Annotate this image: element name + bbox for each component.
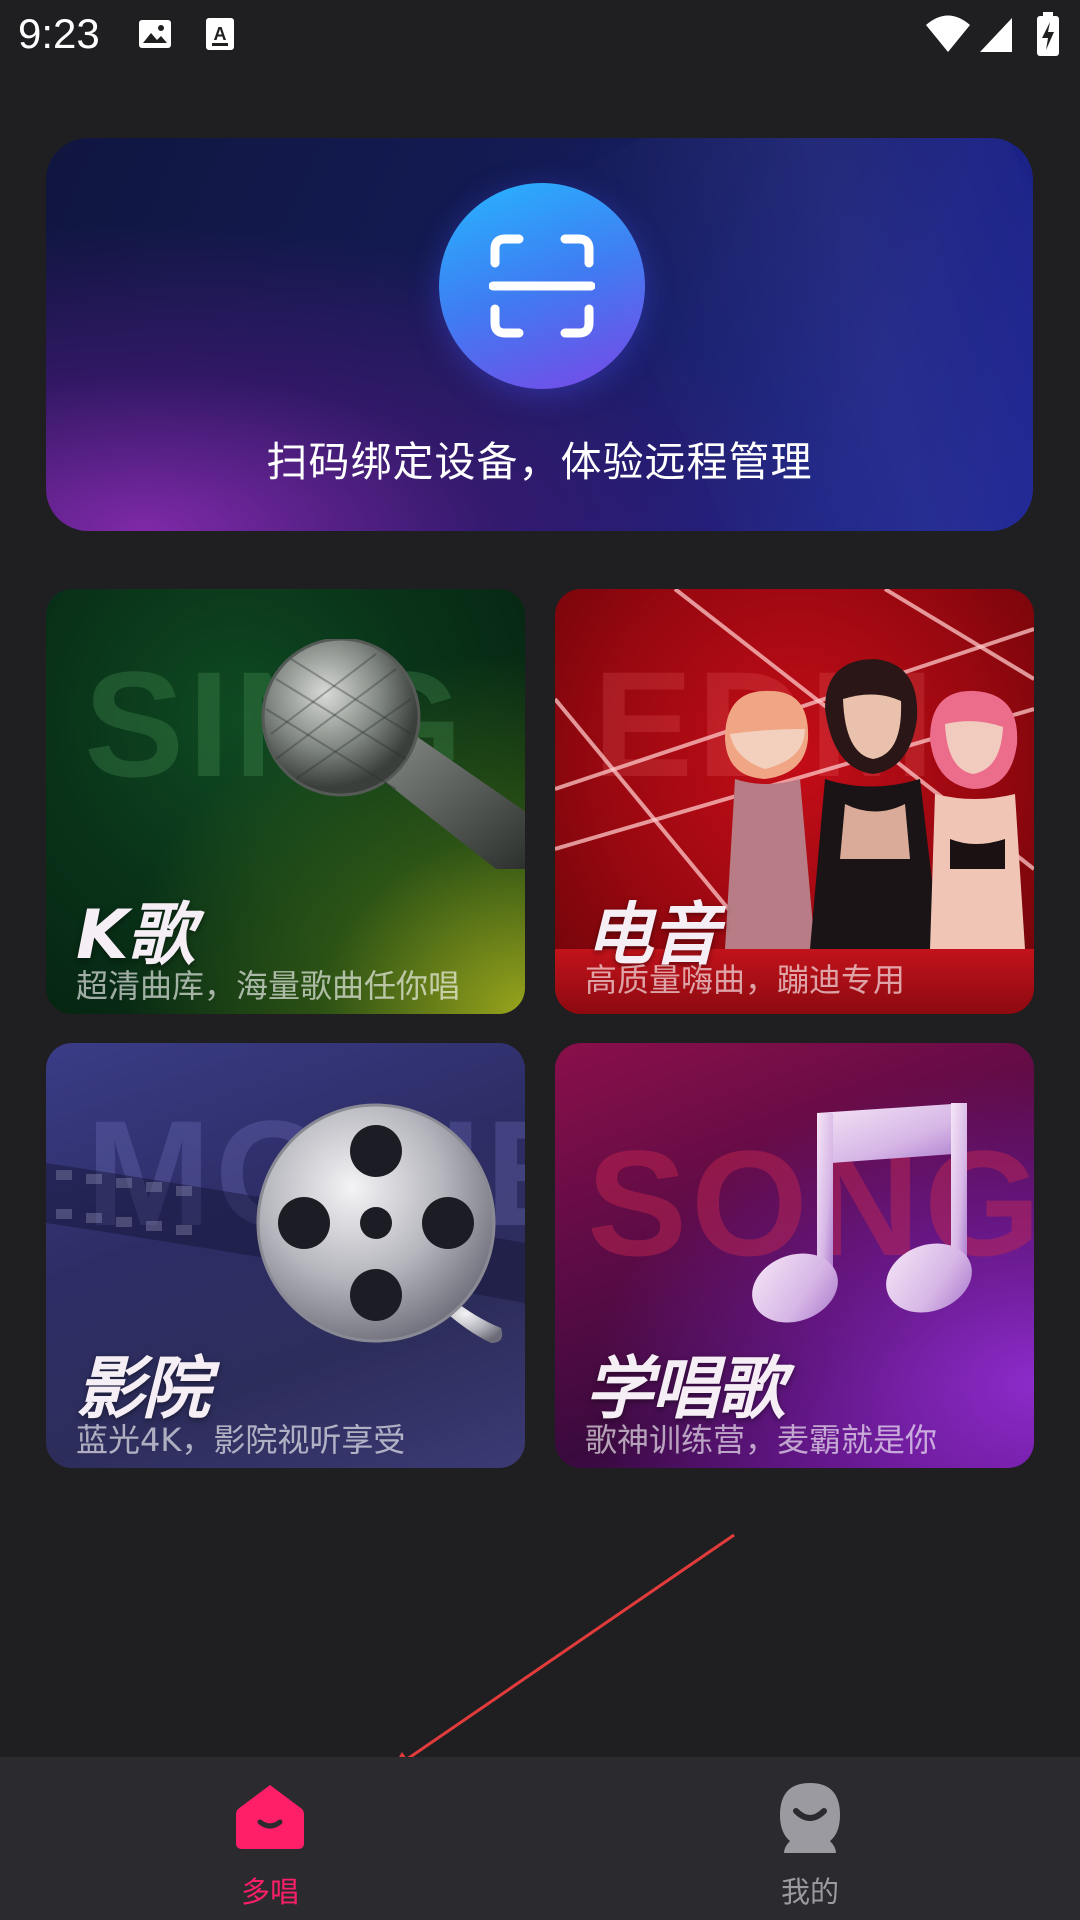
annotation-arrow (390, 1533, 735, 1772)
bottom-nav: 多唱 我的 (0, 1757, 1080, 1920)
nav-label: 多唱 (240, 1875, 299, 1909)
nav-item-home[interactable]: 多唱 (170, 1757, 370, 1920)
nav-label: 我的 (780, 1875, 839, 1909)
nav-item-profile[interactable]: 我的 (710, 1757, 910, 1920)
